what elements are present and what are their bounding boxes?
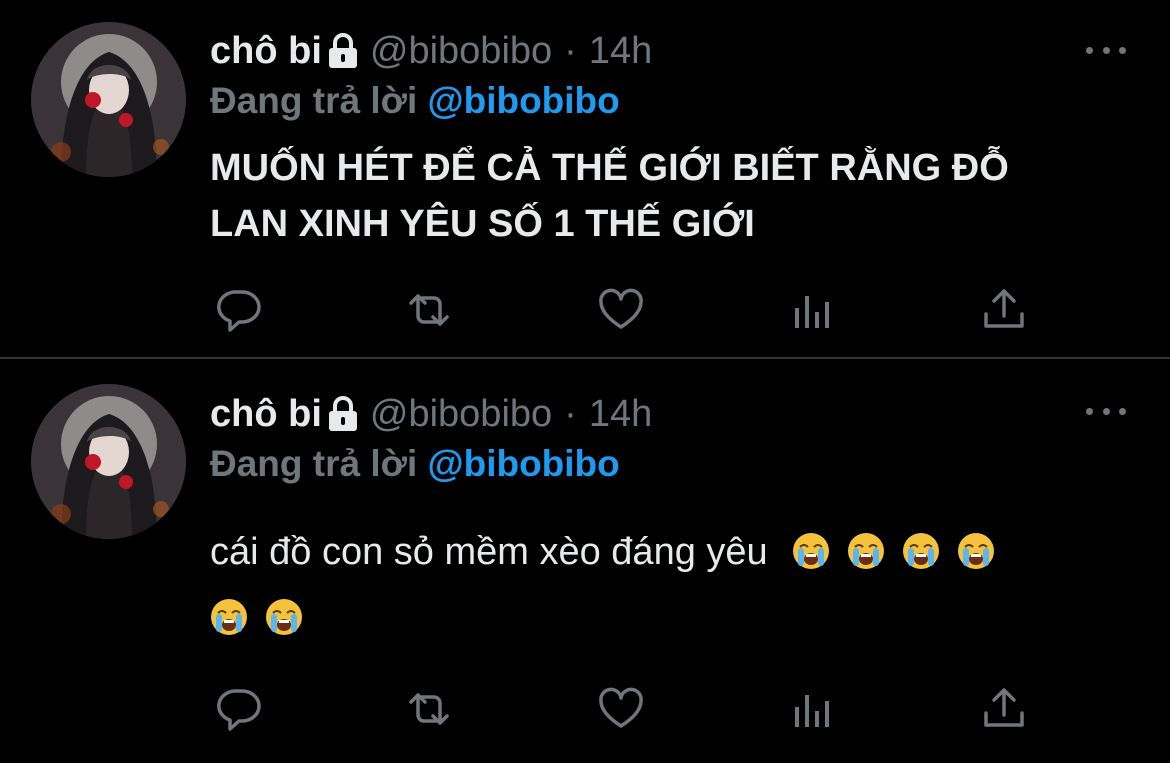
- retweet-icon[interactable]: [405, 685, 453, 733]
- tweet-text: MUỐN HÉT ĐỂ CẢ THẾ GIỚI BIẾT RẰNG ĐỖ LAN…: [210, 140, 1110, 252]
- replying-label: Đang trả lời: [210, 80, 418, 121]
- tweet-text: cái đồ con sỏ mềm xèo đáng yêu: [210, 519, 1110, 651]
- crying-face-emoji: [210, 598, 248, 636]
- action-bar: [0, 685, 1170, 735]
- timestamp[interactable]: 14h: [589, 30, 652, 73]
- analytics-icon[interactable]: [789, 286, 837, 334]
- reply-icon[interactable]: [214, 286, 262, 334]
- retweet-icon[interactable]: [405, 286, 453, 334]
- analytics-icon[interactable]: [789, 685, 837, 733]
- avatar-image: [31, 384, 186, 539]
- author-name[interactable]: chô bi: [210, 393, 322, 436]
- author-name[interactable]: chô bi: [210, 30, 322, 73]
- mention-link[interactable]: @bibobibo: [428, 80, 620, 121]
- crying-face-emoji: [265, 598, 303, 636]
- like-icon[interactable]: [597, 685, 645, 733]
- crying-face-emoji: [902, 532, 940, 570]
- author-handle[interactable]: @bibobibo: [370, 30, 552, 73]
- more-options-icon[interactable]: [1086, 401, 1126, 421]
- tweet[interactable]: chô bi @bibobibo · 14h Đang trả lời @bib…: [0, 0, 1170, 358]
- tweet-text-line: cái đồ con sỏ mềm xèo đáng yêu: [210, 531, 768, 573]
- like-icon[interactable]: [597, 286, 645, 334]
- crying-face-emoji: [847, 532, 885, 570]
- avatar[interactable]: [31, 384, 186, 539]
- tweet[interactable]: chô bi @bibobibo · 14h Đang trả lời @bib…: [0, 359, 1170, 763]
- timestamp[interactable]: 14h: [589, 393, 652, 436]
- share-icon[interactable]: [980, 286, 1028, 334]
- more-options-icon[interactable]: [1086, 40, 1126, 60]
- crying-face-emoji: [792, 532, 830, 570]
- tweet-header: chô bi @bibobibo · 14h: [210, 26, 652, 76]
- tweet-text-line: MUỐN HÉT ĐỂ CẢ THẾ GIỚI BIẾT RẰNG ĐỖ: [210, 147, 1009, 189]
- crying-face-emoji: [957, 532, 995, 570]
- lock-icon: [326, 32, 360, 70]
- mention-link[interactable]: @bibobibo: [428, 443, 620, 484]
- replying-to: Đang trả lời @bibobibo: [210, 80, 620, 122]
- replying-label: Đang trả lời: [210, 443, 418, 484]
- tweet-header: chô bi @bibobibo · 14h: [210, 389, 652, 439]
- replying-to: Đang trả lời @bibobibo: [210, 443, 620, 485]
- separator: ·: [564, 29, 577, 72]
- avatar-image: [31, 22, 186, 177]
- reply-icon[interactable]: [214, 685, 262, 733]
- share-icon[interactable]: [980, 685, 1028, 733]
- tweet-text-line: LAN XINH YÊU SỐ 1 THẾ GIỚI: [210, 203, 755, 245]
- avatar[interactable]: [31, 22, 186, 177]
- separator: ·: [564, 392, 577, 435]
- lock-icon: [326, 395, 360, 433]
- author-handle[interactable]: @bibobibo: [370, 393, 552, 436]
- action-bar: [0, 286, 1170, 336]
